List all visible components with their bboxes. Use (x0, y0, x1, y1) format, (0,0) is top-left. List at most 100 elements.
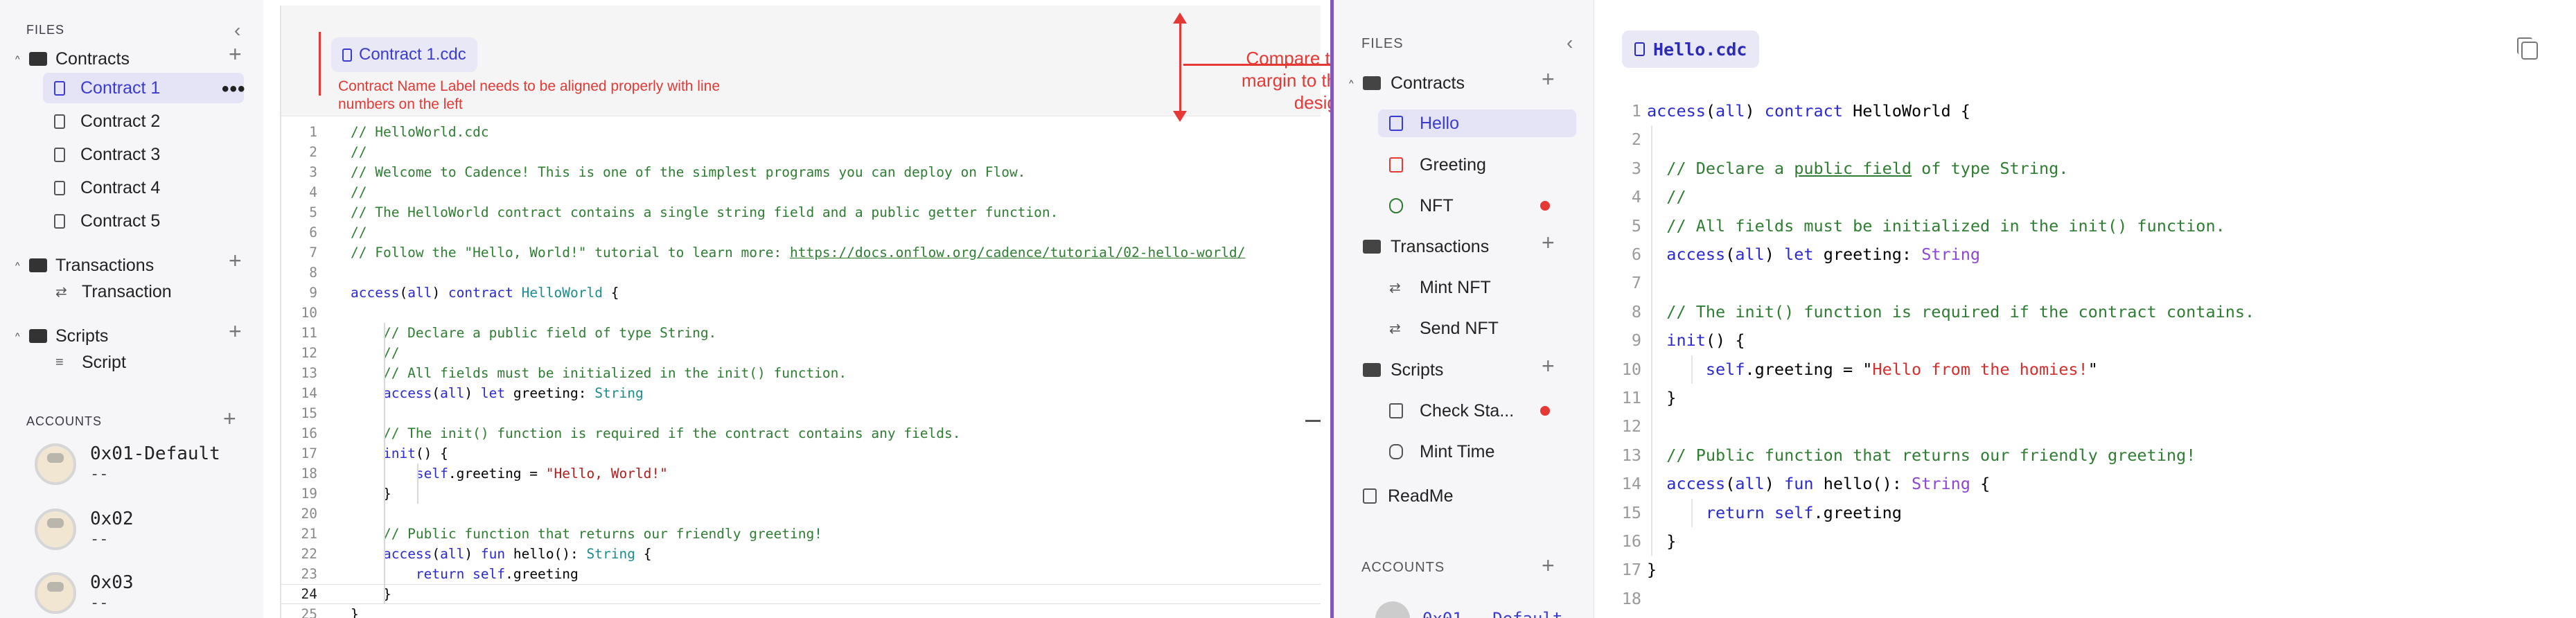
file-icon (342, 48, 352, 62)
code-line: 21 // Public function that returns our f… (281, 524, 1321, 544)
line-text: init() { (1666, 330, 1745, 351)
line-text: access(all) contract HelloWorld { (351, 285, 619, 301)
folder-label: Transactions (1391, 236, 1490, 256)
folder-transactions[interactable]: Transactions (1363, 231, 1489, 262)
line-text: // All fields must be initialized in the… (1666, 215, 2225, 236)
code-line: 8 // The init() function is required if … (1622, 298, 2571, 326)
sidebar-item-check-status[interactable]: Check Sta... (1389, 396, 1514, 426)
line-number: 7 (1631, 273, 1641, 293)
code-line: 25} (281, 604, 1321, 618)
scrollbar-marker[interactable] (1305, 420, 1321, 422)
line-text: // Declare a public field of type String… (351, 325, 717, 341)
line-number: 6 (1631, 245, 1641, 264)
sidebar-item-mint-time[interactable]: Mint Time (1389, 436, 1494, 467)
line-text: self.greeting = "Hello, World!" (415, 466, 668, 482)
line-number: 21 (301, 526, 317, 542)
add-contract-icon[interactable]: + (229, 42, 242, 67)
code-line: 11 } (1622, 384, 2571, 412)
line-text: return self.greeting (1705, 502, 1902, 522)
sidebar-item-contract-3[interactable]: Contract 3 (54, 141, 160, 168)
line-text: // The HelloWorld contract contains a si… (351, 204, 1059, 220)
account-item[interactable]: 0x01-Default -- (35, 443, 220, 485)
avatar (35, 572, 76, 614)
collapse-sidebar-icon[interactable]: ‹ (234, 19, 240, 42)
folder-contracts[interactable]: ^ Contracts + (15, 42, 242, 72)
add-account-icon[interactable]: + (1542, 553, 1555, 579)
code-line: 10 (281, 303, 1321, 323)
item-label: ReadMe (1388, 486, 1454, 506)
add-transaction-icon[interactable]: + (229, 248, 242, 274)
more-options-icon[interactable]: ••• (222, 78, 246, 101)
line-number: 7 (309, 245, 317, 261)
account-name: 0x01 - Default (1422, 609, 1562, 618)
sidebar-item-contract-1[interactable]: Contract 1 (54, 75, 160, 101)
sidebar-item-greeting[interactable]: Greeting (1389, 150, 1486, 180)
sidebar-item-readme[interactable]: ReadMe (1363, 481, 1454, 511)
add-account-icon[interactable]: + (223, 406, 236, 432)
sidebar-item-contract-4[interactable]: Contract 4 (54, 175, 160, 201)
file-icon (54, 147, 65, 162)
add-script-icon[interactable]: + (1542, 353, 1555, 379)
error-indicator (1540, 201, 1550, 211)
folder-transactions[interactable]: ^ Transactions + (15, 248, 242, 279)
add-script-icon[interactable]: + (229, 319, 242, 344)
sidebar-item-script[interactable]: ≡ Script (55, 349, 126, 376)
folder-contracts[interactable]: ^ Contracts (1349, 68, 1465, 98)
account-item[interactable]: 0x02 -- (35, 509, 134, 550)
arrows-icon: ⇄ (1389, 280, 1401, 296)
code-line: 17} (1622, 556, 2571, 584)
arrows-icon: ⇄ (55, 284, 67, 300)
sidebar-item-contract-2[interactable]: Contract 2 (54, 108, 160, 134)
item-label: Mint NFT (1420, 277, 1491, 297)
line-text: // HelloWorld.cdc (351, 124, 489, 140)
sidebar-item-mint-nft[interactable]: ⇄ Mint NFT (1389, 272, 1491, 303)
right-sidebar: FILES ‹ ^ Contracts + Hello Greeting NFT… (1334, 0, 1594, 618)
tutorial-link[interactable]: https://docs.onflow.org/cadence/tutorial… (790, 245, 1245, 261)
add-contract-icon[interactable]: + (1542, 67, 1555, 92)
line-text: // Declare a public field of type String… (1666, 158, 2069, 178)
line-number: 8 (1631, 301, 1641, 321)
folder-scripts[interactable]: ^ Scripts + (15, 319, 242, 349)
sidebar-item-hello[interactable]: Hello (1389, 108, 1459, 139)
line-text: // (1666, 187, 1686, 207)
sidebar-item-nft[interactable]: NFT (1389, 191, 1454, 221)
account-item[interactable]: 0x03 -- (35, 572, 134, 614)
code-line: 12 (1622, 412, 2571, 441)
folder-icon (1363, 363, 1381, 377)
line-text: // (351, 144, 367, 160)
account-item[interactable]: 0x01 - Default (1375, 601, 1562, 618)
copy-icon[interactable] (2517, 37, 2538, 60)
folder-scripts[interactable]: Scripts (1363, 355, 1443, 385)
tab-hello[interactable]: Hello.cdc (1622, 30, 1760, 68)
sidebar-item-transaction[interactable]: ⇄ Transaction (55, 279, 172, 305)
code-line: 4 // (1622, 183, 2571, 211)
line-number: 8 (309, 265, 317, 281)
sidebar-item-contract-5[interactable]: Contract 5 (54, 208, 160, 234)
left-sidebar: FILES ‹ ^ Contracts + Contract 1 ••• Con… (0, 0, 263, 618)
error-indicator (1540, 406, 1550, 416)
folder-icon (29, 52, 47, 66)
line-number: 22 (301, 546, 317, 562)
code-line: 18 self.greeting = "Hello, World!" (281, 464, 1321, 484)
line-number: 25 (301, 606, 317, 618)
code-line: 15 (281, 403, 1321, 423)
file-icon (54, 213, 65, 229)
tab-contract-1[interactable]: Contract 1.cdc (331, 37, 477, 72)
collapse-sidebar-icon[interactable]: ‹ (1567, 32, 1573, 54)
line-number: 2 (1631, 130, 1641, 150)
line-text: // Public function that returns our frie… (1666, 445, 2196, 465)
item-label: Greeting (1420, 154, 1486, 175)
line-number: 16 (1621, 531, 1641, 551)
line-number: 18 (301, 466, 317, 482)
line-text: // (351, 345, 400, 361)
item-label: Contract 3 (80, 144, 161, 164)
line-number: 4 (309, 184, 317, 200)
left-editor: Contract 1.cdc Contract Name Label needs… (280, 6, 1558, 618)
sidebar-item-send-nft[interactable]: ⇄ Send NFT (1389, 313, 1499, 344)
line-number: 9 (1631, 330, 1641, 351)
code-line: 9 access(all) contract HelloWorld { (281, 283, 1321, 303)
add-transaction-icon[interactable]: + (1542, 230, 1555, 256)
book-icon (1363, 488, 1377, 504)
indent-guide (417, 464, 418, 504)
line-number: 6 (309, 224, 317, 240)
